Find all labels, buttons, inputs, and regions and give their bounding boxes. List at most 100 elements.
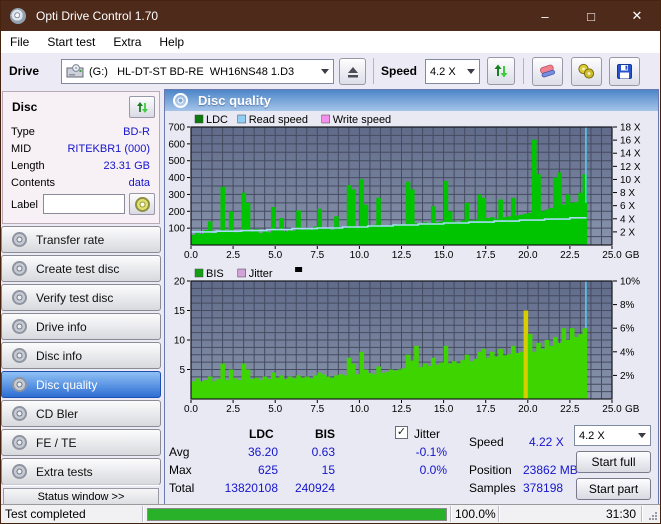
write-label-button[interactable] xyxy=(129,193,155,215)
disc-panel-title: Disc xyxy=(12,100,38,114)
statusbar-separator xyxy=(641,506,642,522)
disc-length-label: Length xyxy=(11,160,45,172)
maximize-button[interactable]: □ xyxy=(568,1,614,31)
eject-button[interactable] xyxy=(339,58,366,85)
max-row-label: Max xyxy=(169,463,192,477)
drive-select-value: (G:) HL-DT-ST BD-RE WH16NS48 1.D3 xyxy=(89,65,295,78)
menu-file[interactable]: File xyxy=(1,31,38,53)
svg-text:6%: 6% xyxy=(620,324,635,335)
ldc-avg-value: 36.20 xyxy=(247,445,278,459)
disc-icon xyxy=(12,232,27,247)
erase-disc-button[interactable] xyxy=(532,57,563,86)
bis-jitter-chart: 5 10 15 20 2% 4% 6% 8% 10% 0.0 2.5 5.0 7.5 10.0 12.5 15… xyxy=(174,267,640,415)
disc-icon xyxy=(12,464,27,479)
bis-max-value: 15 xyxy=(321,463,335,477)
sidebar-item-extra-tests[interactable]: Extra tests xyxy=(1,458,161,485)
drive-icon xyxy=(66,63,84,77)
refresh-button[interactable] xyxy=(487,57,515,85)
svg-text:10.0: 10.0 xyxy=(350,404,370,415)
bis-avg-value: 0.63 xyxy=(311,445,335,459)
svg-text:5.0: 5.0 xyxy=(268,250,282,261)
jitter-max-value: 0.0% xyxy=(419,463,447,477)
jitter-checkbox[interactable]: ✓ xyxy=(395,426,408,439)
svg-text:22.5: 22.5 xyxy=(560,404,580,415)
refresh-icon xyxy=(494,64,508,78)
disc-contents-value: data xyxy=(128,177,150,189)
disc-icon xyxy=(12,406,27,421)
disc-label-input[interactable] xyxy=(43,194,125,214)
sidebar-item-verify-test-disc[interactable]: Verify test disc xyxy=(1,284,161,311)
eject-icon xyxy=(347,66,358,77)
drive-label: Drive xyxy=(9,64,40,78)
sidebar-item-disc-info[interactable]: Disc info xyxy=(1,342,161,369)
svg-text:10%: 10% xyxy=(620,277,640,288)
sidebar-item-label: Extra tests xyxy=(36,464,93,479)
window-title: Opti Drive Control 1.70 xyxy=(36,9,159,23)
svg-text:2.5: 2.5 xyxy=(226,250,240,261)
speed-select-value: 4.2 X xyxy=(430,65,456,78)
jitter-label: Jitter xyxy=(414,427,441,441)
sidebar-item-drive-info[interactable]: Drive info xyxy=(1,313,161,340)
start-full-button[interactable]: Start full xyxy=(576,451,651,473)
speed-stat-label: Speed xyxy=(469,435,504,449)
samples-stat-value: 378198 xyxy=(523,481,564,495)
statusbar-separator xyxy=(142,506,143,522)
speed-select[interactable]: 4.2 X xyxy=(425,59,480,84)
svg-text:GB: GB xyxy=(625,250,640,261)
svg-text:10.0: 10.0 xyxy=(350,250,370,261)
sidebar-item-cd-bler[interactable]: CD Bler xyxy=(1,400,161,427)
sidebar-item-label: Drive info xyxy=(36,319,87,334)
svg-text:12 X: 12 X xyxy=(620,162,641,173)
ldc-read-write-chart: 100 200 300 400 500 600 700 2 X 4 X 6 X 8 X 10 X 12 … xyxy=(168,114,641,261)
svg-text:600: 600 xyxy=(168,139,185,150)
disc-mid-value: RITEKBR1 (000) xyxy=(67,143,150,155)
close-button[interactable]: ✕ xyxy=(614,1,660,31)
resize-grip-icon[interactable] xyxy=(648,511,658,521)
save-button[interactable] xyxy=(609,57,640,86)
svg-text:10 X: 10 X xyxy=(620,175,641,186)
sidebar-item-label: Verify test disc xyxy=(36,290,114,305)
samples-stat-label: Samples xyxy=(469,481,516,495)
app-window: Opti Drive Control 1.70 – □ ✕ File Start… xyxy=(0,0,661,524)
disc-label-label: Label xyxy=(11,199,38,211)
sidebar-item-transfer-rate[interactable]: Transfer rate xyxy=(1,226,161,253)
speed-stat-value: 4.22 X xyxy=(529,435,564,449)
chevron-down-icon xyxy=(633,426,650,445)
svg-text:14 X: 14 X xyxy=(620,149,641,160)
start-part-button[interactable]: Start part xyxy=(576,478,651,500)
titlebar: Opti Drive Control 1.70 – □ ✕ xyxy=(1,1,660,31)
panel-header: Disc quality xyxy=(165,90,658,111)
sidebar-item-disc-quality[interactable]: Disc quality xyxy=(1,371,161,398)
svg-text:0.0: 0.0 xyxy=(184,404,198,415)
svg-text:15.0: 15.0 xyxy=(434,250,454,261)
toolbar: Drive (G:) HL-DT-ST BD-RE WH16NS48 1.D3 … xyxy=(1,53,660,89)
menu-help[interactable]: Help xyxy=(150,31,193,53)
disc-icon xyxy=(12,261,27,276)
ldc-max-value: 625 xyxy=(257,463,278,477)
search-discs-button[interactable] xyxy=(571,57,602,86)
quality-speed-select[interactable]: 4.2 X xyxy=(574,425,651,446)
disc-mid-row: MID RITEKBR1 (000) xyxy=(11,143,150,155)
disc-refresh-button[interactable] xyxy=(129,96,155,118)
toolbar-separator xyxy=(373,58,374,84)
disc-info-panel: Disc Type BD-R MID RITEKBR1 (000) Length xyxy=(2,91,160,224)
menu-start-test[interactable]: Start test xyxy=(38,31,104,53)
svg-text:16 X: 16 X xyxy=(620,136,641,147)
disc-contents-label: Contents xyxy=(11,177,56,189)
disc-icon xyxy=(12,290,27,305)
menu-extra[interactable]: Extra xyxy=(104,31,150,53)
check-icon: ✓ xyxy=(396,426,407,438)
position-stat-value: 23862 MB xyxy=(523,463,578,477)
minimize-button[interactable]: – xyxy=(522,1,568,31)
drive-select[interactable]: (G:) HL-DT-ST BD-RE WH16NS48 1.D3 xyxy=(61,59,334,84)
svg-text:5: 5 xyxy=(179,365,185,376)
sidebar-item-label: CD Bler xyxy=(36,406,79,421)
statusbar: Test completed 100.0% 31:30 xyxy=(1,504,660,523)
sidebar-item-fe-te[interactable]: FE / TE xyxy=(1,429,161,456)
svg-text:12.5: 12.5 xyxy=(392,250,412,261)
sidebar-item-label: Create test disc xyxy=(36,261,120,276)
svg-text:100: 100 xyxy=(168,224,185,235)
sidebar-item-create-test-disc[interactable]: Create test disc xyxy=(1,255,161,282)
refresh-icon xyxy=(136,101,148,113)
svg-text:LDC: LDC xyxy=(206,114,228,126)
